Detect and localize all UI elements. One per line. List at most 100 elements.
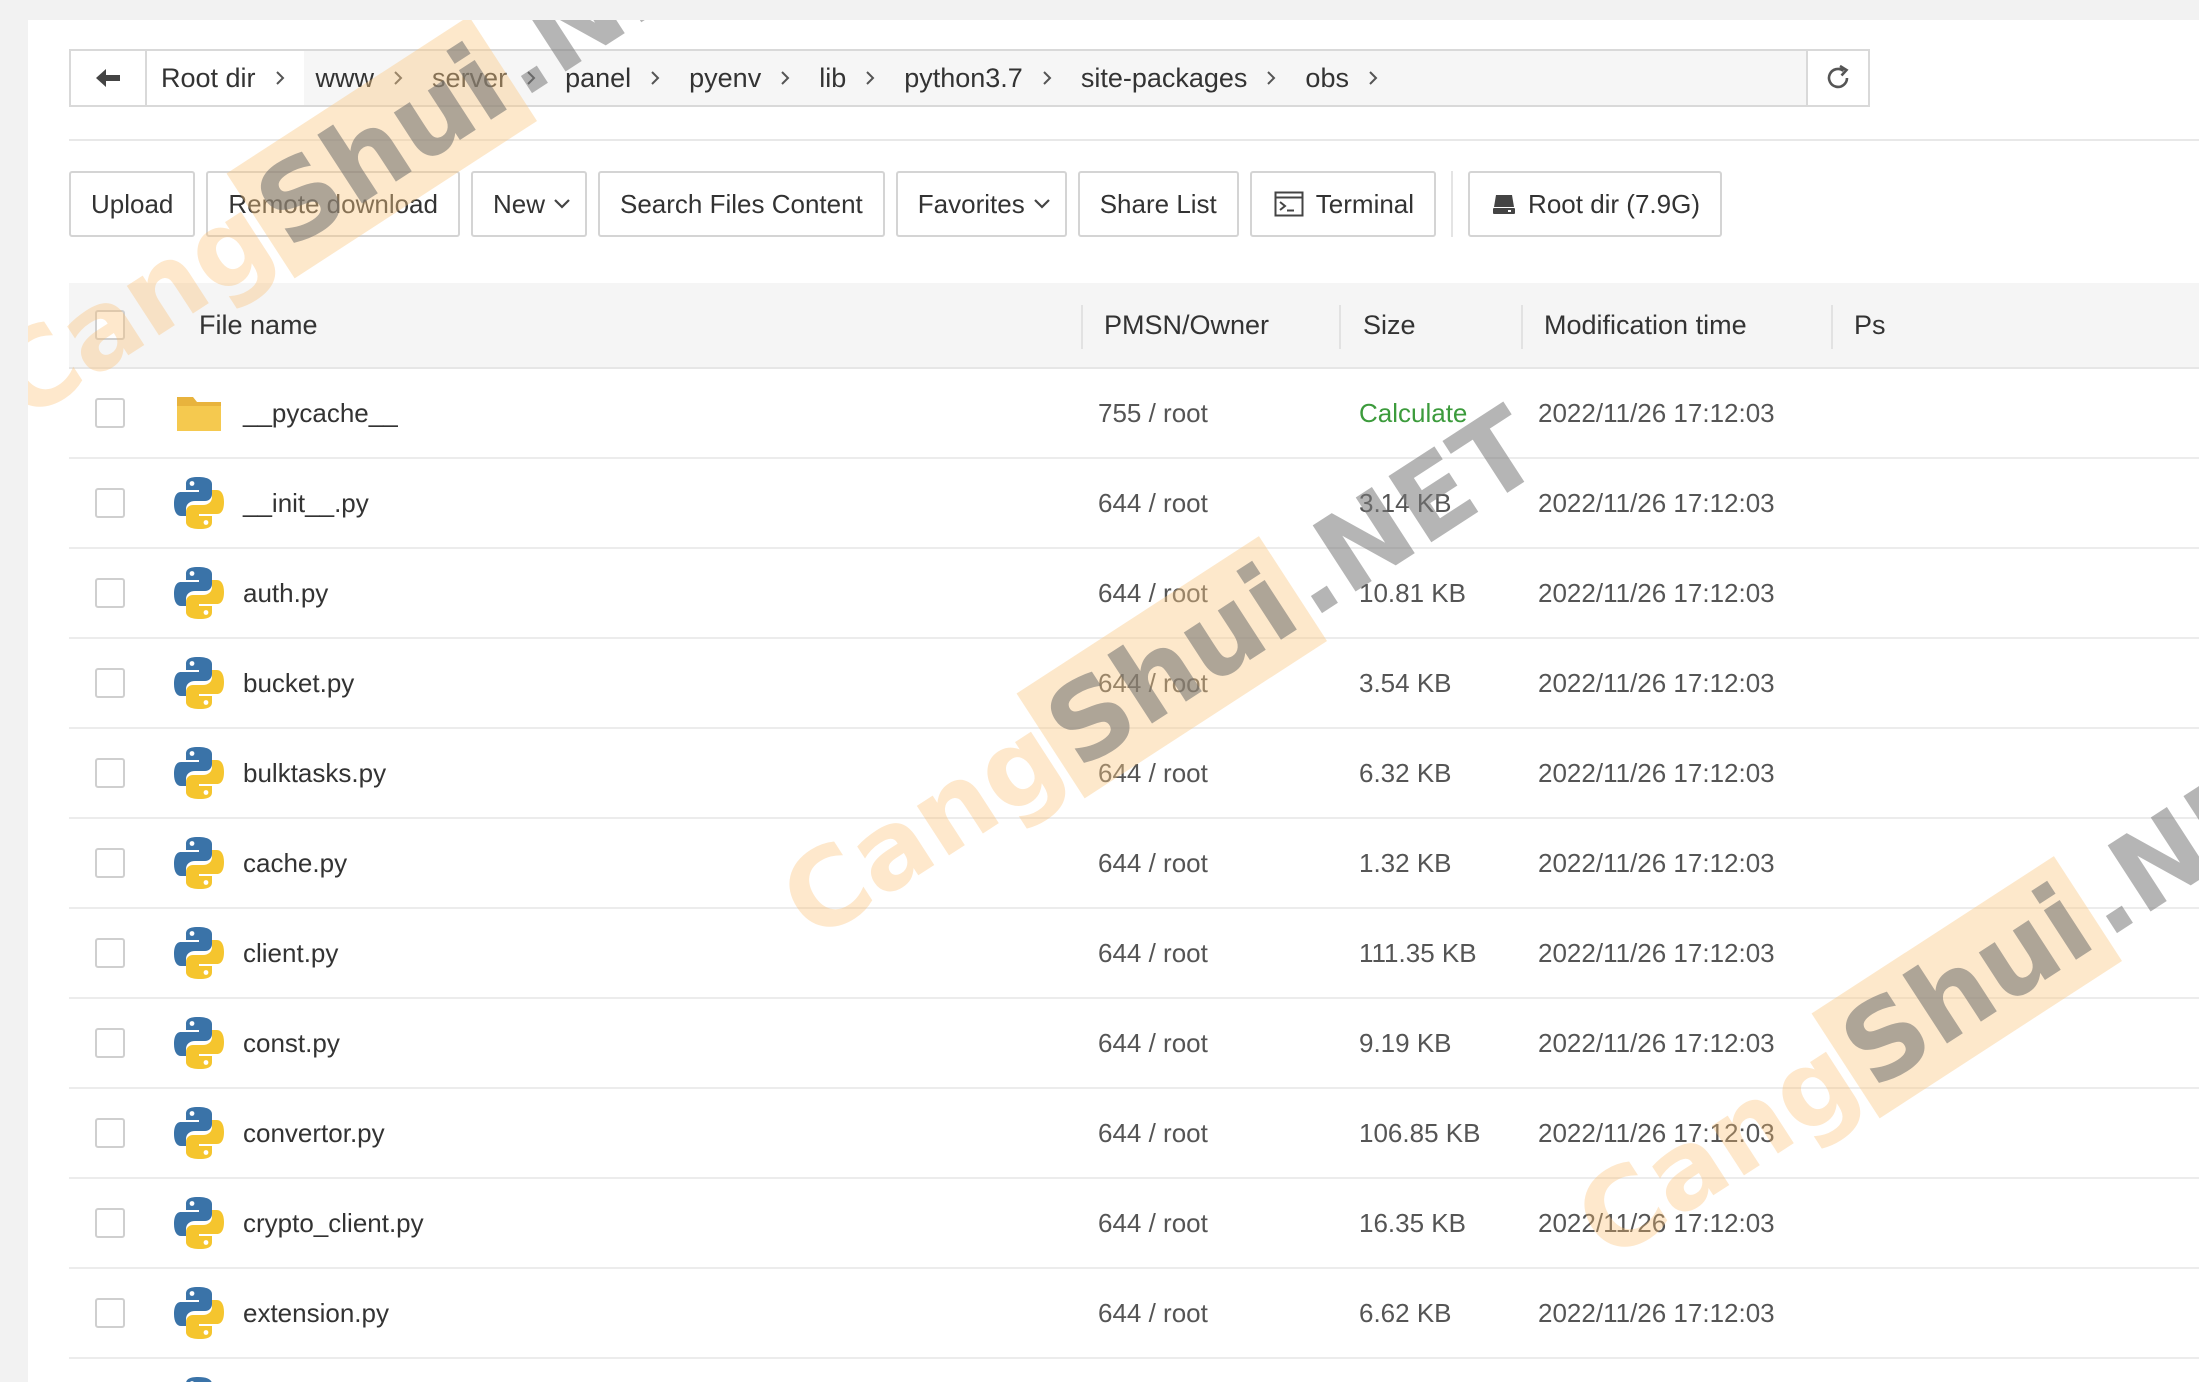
file-manager-page: Root dir www server panel pyenv lib python3.7 s… — [28, 20, 2199, 1382]
file-permissions[interactable]: 644 / root — [1098, 1089, 1208, 1177]
file-permissions[interactable]: 644 / root — [1098, 459, 1208, 547]
file-name-cell[interactable]: bulktasks.py — [173, 729, 386, 817]
breadcrumb-item[interactable]: obs — [1293, 51, 1395, 105]
back-button[interactable] — [71, 51, 147, 105]
breadcrumb-item[interactable]: server — [420, 51, 553, 105]
share-list-button[interactable]: Share List — [1077, 171, 1239, 237]
row-checkbox[interactable] — [95, 398, 125, 428]
table-row[interactable]: extension.py 644 / root 6.62 KB 2022/11/26 … — [69, 1269, 2199, 1359]
file-name[interactable]: extension.py — [243, 1298, 389, 1329]
python-file-icon — [174, 1017, 224, 1069]
table-row[interactable]: bucket.py 644 / root 3.54 KB 2022/11/26 17:… — [69, 639, 2199, 729]
file-name[interactable]: cache.py — [243, 848, 347, 879]
file-name-cell[interactable]: extension.py — [173, 1269, 389, 1357]
terminal-button[interactable]: Terminal — [1249, 171, 1437, 237]
favorites-dropdown-button[interactable]: Favorites — [895, 171, 1067, 237]
file-name[interactable]: __pycache__ — [243, 398, 398, 429]
chevron-right-icon — [1043, 71, 1052, 85]
table-header: File name PMSN/Owner Size Modification t… — [69, 283, 2199, 369]
file-name[interactable]: client.py — [243, 938, 338, 969]
column-header-ps[interactable]: Ps — [1854, 283, 1886, 367]
row-checkbox[interactable] — [95, 578, 125, 608]
file-size: 16.35 KB — [1359, 1207, 1466, 1238]
modification-time: 2022/11/26 17:12:03 — [1538, 757, 1775, 788]
breadcrumb-item[interactable]: python3.7 — [892, 51, 1069, 105]
file-name[interactable]: bucket.py — [243, 668, 354, 699]
breadcrumb-item[interactable]: www — [304, 51, 421, 105]
table-row[interactable]: __pycache__ 755 / root Calculate 2022/11/26… — [69, 369, 2199, 459]
new-label: New — [492, 188, 545, 219]
file-permissions[interactable]: 644 / root — [1098, 549, 1208, 637]
row-checkbox[interactable] — [95, 1028, 125, 1058]
file-permissions[interactable]: 644 / root — [1098, 819, 1208, 907]
file-permissions[interactable]: 644 / root — [1098, 1359, 1208, 1382]
file-permissions[interactable]: 644 / root — [1098, 1179, 1208, 1267]
file-size: 9.19 KB — [1359, 1027, 1452, 1058]
search-files-content-button[interactable]: Search Files Content — [598, 171, 885, 237]
row-checkbox[interactable] — [95, 488, 125, 518]
new-dropdown-button[interactable]: New — [470, 171, 587, 237]
file-name[interactable]: auth.py — [243, 578, 328, 609]
table-row[interactable]: http2.py 644 / root 5.77 KB 2022/11/26 17:1… — [69, 1359, 2199, 1382]
python-file-icon — [174, 837, 224, 889]
row-checkbox[interactable] — [95, 1208, 125, 1238]
table-row[interactable]: client.py 644 / root 111.35 KB 2022/11/26 1… — [69, 909, 2199, 999]
table-row[interactable]: bulktasks.py 644 / root 6.32 KB 2022/11/26 … — [69, 729, 2199, 819]
python-file-icon — [186, 1377, 212, 1382]
file-size: 6.32 KB — [1359, 757, 1452, 788]
file-name-cell[interactable]: convertor.py — [173, 1089, 385, 1177]
breadcrumb-item[interactable]: lib — [807, 51, 892, 105]
table-row[interactable]: crypto_client.py 644 / root 16.35 KB 2022/1… — [69, 1179, 2199, 1269]
select-all-checkbox[interactable] — [95, 310, 125, 340]
refresh-button[interactable] — [1806, 51, 1868, 105]
file-name-cell[interactable]: __init__.py — [173, 459, 369, 547]
row-checkbox[interactable] — [95, 1298, 125, 1328]
modification-time: 2022/11/26 17:12:03 — [1538, 1027, 1775, 1058]
breadcrumb-item[interactable]: panel — [553, 51, 677, 105]
breadcrumb-item[interactable]: Root dir — [147, 51, 304, 105]
file-name[interactable]: crypto_client.py — [243, 1208, 424, 1239]
modification-time: 2022/11/26 17:12:03 — [1538, 577, 1775, 608]
table-row[interactable]: auth.py 644 / root 10.81 KB 2022/11/26 17:1… — [69, 549, 2199, 639]
breadcrumb-item[interactable]: pyenv — [677, 51, 807, 105]
disk-button[interactable]: Root dir (7.9G) — [1468, 171, 1722, 237]
calculate-size-link[interactable]: Calculate — [1359, 369, 1467, 457]
row-checkbox[interactable] — [95, 848, 125, 878]
file-permissions[interactable]: 644 / root — [1098, 1269, 1208, 1357]
file-permissions[interactable]: 644 / root — [1098, 909, 1208, 997]
row-checkbox[interactable] — [95, 938, 125, 968]
file-name[interactable]: __init__.py — [243, 488, 369, 519]
column-header-size[interactable]: Size — [1363, 283, 1416, 367]
row-checkbox[interactable] — [95, 668, 125, 698]
file-size: 111.35 KB — [1359, 937, 1477, 968]
file-name-cell[interactable]: bucket.py — [173, 639, 354, 727]
file-name[interactable]: convertor.py — [243, 1118, 385, 1149]
file-name-cell[interactable]: const.py — [173, 999, 340, 1087]
chevron-right-icon — [394, 71, 403, 85]
column-header-perm[interactable]: PMSN/Owner — [1104, 283, 1269, 367]
table-row[interactable]: cache.py 644 / root 1.32 KB 2022/11/26 17:1… — [69, 819, 2199, 909]
upload-button[interactable]: Upload — [69, 171, 196, 237]
file-name[interactable]: const.py — [243, 1028, 340, 1059]
row-checkbox[interactable] — [95, 1118, 125, 1148]
table-row[interactable]: convertor.py 644 / root 106.85 KB 2022/11/2… — [69, 1089, 2199, 1179]
file-name-cell[interactable]: crypto_client.py — [173, 1179, 424, 1267]
file-permissions[interactable]: 644 / root — [1098, 729, 1208, 817]
file-permissions[interactable]: 644 / root — [1098, 639, 1208, 727]
file-name-cell[interactable]: http2.py — [173, 1359, 336, 1382]
row-checkbox[interactable] — [95, 758, 125, 788]
file-name-cell[interactable]: __pycache__ — [173, 369, 398, 457]
file-permissions[interactable]: 755 / root — [1098, 369, 1208, 457]
column-header-name[interactable]: File name — [199, 283, 318, 367]
file-name-cell[interactable]: client.py — [173, 909, 338, 997]
file-name[interactable]: bulktasks.py — [243, 758, 386, 789]
path-bar: Root dir www server panel pyenv lib python3.7 s… — [69, 49, 1870, 107]
remote-download-button[interactable]: Remote download — [206, 171, 460, 237]
file-name-cell[interactable]: auth.py — [173, 549, 328, 637]
column-header-mtime[interactable]: Modification time — [1544, 283, 1747, 367]
file-name-cell[interactable]: cache.py — [173, 819, 347, 907]
table-row[interactable]: __init__.py 644 / root 3.14 KB 2022/11/26 1… — [69, 459, 2199, 549]
table-row[interactable]: const.py 644 / root 9.19 KB 2022/11/26 17:1… — [69, 999, 2199, 1089]
file-permissions[interactable]: 644 / root — [1098, 999, 1208, 1087]
breadcrumb-item[interactable]: site-packages — [1069, 51, 1294, 105]
